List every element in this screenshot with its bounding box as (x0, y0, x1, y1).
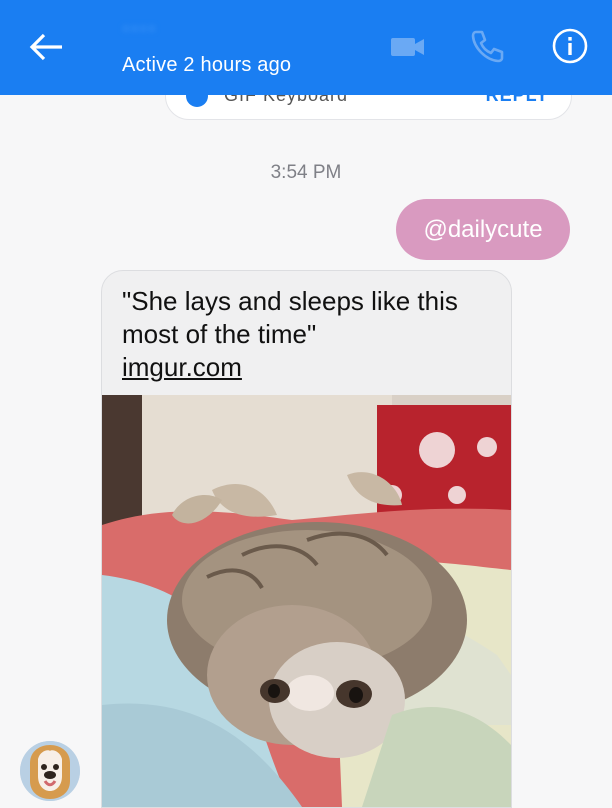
active-status: Active 2 hours ago (122, 54, 292, 76)
info-icon (552, 28, 588, 64)
phone-icon (471, 30, 504, 63)
video-call-button[interactable] (390, 34, 426, 60)
puppy-avatar-image (20, 741, 80, 801)
info-button[interactable] (552, 28, 588, 64)
back-button[interactable] (22, 24, 74, 72)
sent-message-bubble[interactable]: @dailycute (396, 199, 570, 260)
sender-avatar[interactable] (20, 741, 80, 801)
chat-header: •••• Active 2 hours ago (0, 0, 612, 95)
phone-call-button[interactable] (470, 28, 506, 64)
link-preview-title: "She lays and sleeps like this most of t… (122, 286, 458, 349)
contact-name[interactable]: •••• (122, 16, 192, 42)
video-camera-icon (391, 38, 424, 56)
message-timestamp: 3:54 PM (270, 162, 342, 183)
cat-photo[interactable] (102, 395, 511, 807)
link-preview-domain[interactable]: imgur.com (122, 351, 242, 384)
arrow-left-icon (29, 33, 62, 61)
received-link-card[interactable]: "She lays and sleeps like this most of t… (101, 270, 512, 808)
